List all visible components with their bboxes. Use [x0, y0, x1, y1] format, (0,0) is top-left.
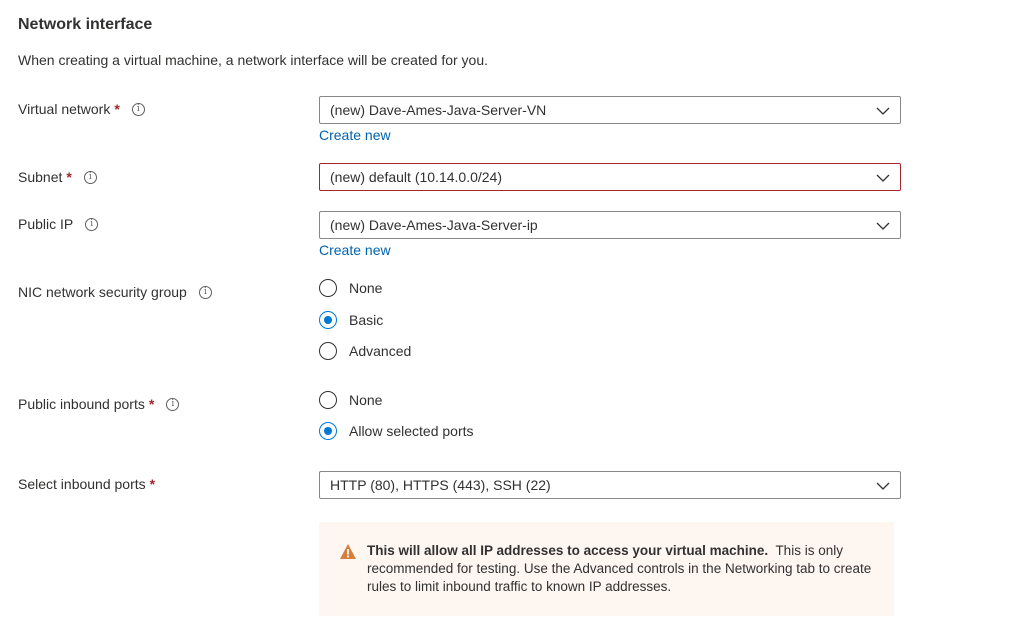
radio-label: Allow selected ports — [349, 423, 474, 439]
nic-nsg-label-text: NIC network security group — [18, 284, 187, 300]
radio-label: None — [349, 392, 383, 408]
radio-button[interactable] — [319, 342, 337, 360]
required-marker: * — [114, 101, 120, 117]
radio-label: None — [349, 280, 383, 296]
section-description: When creating a virtual machine, a netwo… — [18, 52, 489, 68]
required-marker: * — [148, 396, 155, 412]
radio-button[interactable] — [319, 391, 337, 409]
public-inbound-ports-label-text: Public inbound ports — [18, 396, 145, 412]
public-ip-dropdown[interactable]: (new) Dave-Ames-Java-Server-ip — [319, 211, 901, 239]
radio-label: Basic — [349, 312, 384, 328]
info-icon[interactable]: i — [83, 170, 97, 184]
warning-bold-text: This will allow all IP addresses to acce… — [367, 543, 769, 558]
virtual-network-create-new-link[interactable]: Create new — [319, 127, 391, 143]
radio-button[interactable] — [319, 279, 337, 297]
subnet-value: (new) default (10.14.0.0/24) — [330, 169, 502, 185]
virtual-network-value: (new) Dave-Ames-Java-Server-VN — [330, 102, 547, 118]
section-title: Network interface — [18, 16, 153, 33]
public-inbound-option-allow-selected[interactable]: Allow selected ports — [319, 422, 474, 440]
public-ip-create-new-link[interactable]: Create new — [319, 242, 391, 258]
chevron-down-icon — [876, 482, 890, 490]
chevron-down-icon — [876, 107, 890, 115]
subnet-dropdown[interactable]: (new) default (10.14.0.0/24) — [319, 163, 901, 191]
public-inbound-option-none[interactable]: None — [319, 391, 382, 409]
radio-label: Advanced — [349, 343, 412, 359]
virtual-network-label-text: Virtual network — [18, 101, 111, 117]
select-inbound-ports-label-text: Select inbound ports — [18, 476, 146, 492]
public-ip-value: (new) Dave-Ames-Java-Server-ip — [330, 217, 538, 233]
nic-nsg-option-none[interactable]: None — [319, 279, 382, 297]
warning-icon — [340, 544, 356, 559]
info-icon[interactable]: i — [198, 285, 212, 299]
virtual-network-label: Virtual network * i — [18, 101, 145, 117]
info-icon[interactable]: i — [85, 217, 99, 231]
nic-nsg-option-basic[interactable]: Basic — [319, 311, 383, 329]
subnet-label-text: Subnet — [18, 169, 63, 185]
chevron-down-icon — [876, 222, 890, 230]
subnet-label: Subnet * i — [18, 169, 97, 185]
required-marker: * — [66, 169, 72, 185]
virtual-network-dropdown[interactable]: (new) Dave-Ames-Java-Server-VN — [319, 96, 901, 124]
public-ip-label: Public IP i — [18, 216, 99, 232]
nic-nsg-label: NIC network security group i — [18, 284, 212, 300]
warning-message: This will allow all IP addresses to acce… — [319, 522, 894, 616]
info-icon[interactable]: i — [166, 397, 180, 411]
select-inbound-ports-value: HTTP (80), HTTPS (443), SSH (22) — [330, 477, 551, 493]
radio-button-selected[interactable] — [319, 311, 337, 329]
radio-button-selected[interactable] — [319, 422, 337, 440]
select-inbound-ports-label: Select inbound ports * — [18, 476, 155, 492]
info-icon[interactable]: i — [131, 102, 145, 116]
select-inbound-ports-dropdown[interactable]: HTTP (80), HTTPS (443), SSH (22) — [319, 471, 901, 499]
public-inbound-ports-label: Public inbound ports * i — [18, 396, 180, 412]
chevron-down-icon — [876, 174, 890, 182]
required-marker: * — [149, 476, 156, 492]
public-ip-label-text: Public IP — [18, 216, 74, 232]
nic-nsg-option-advanced[interactable]: Advanced — [319, 342, 411, 360]
